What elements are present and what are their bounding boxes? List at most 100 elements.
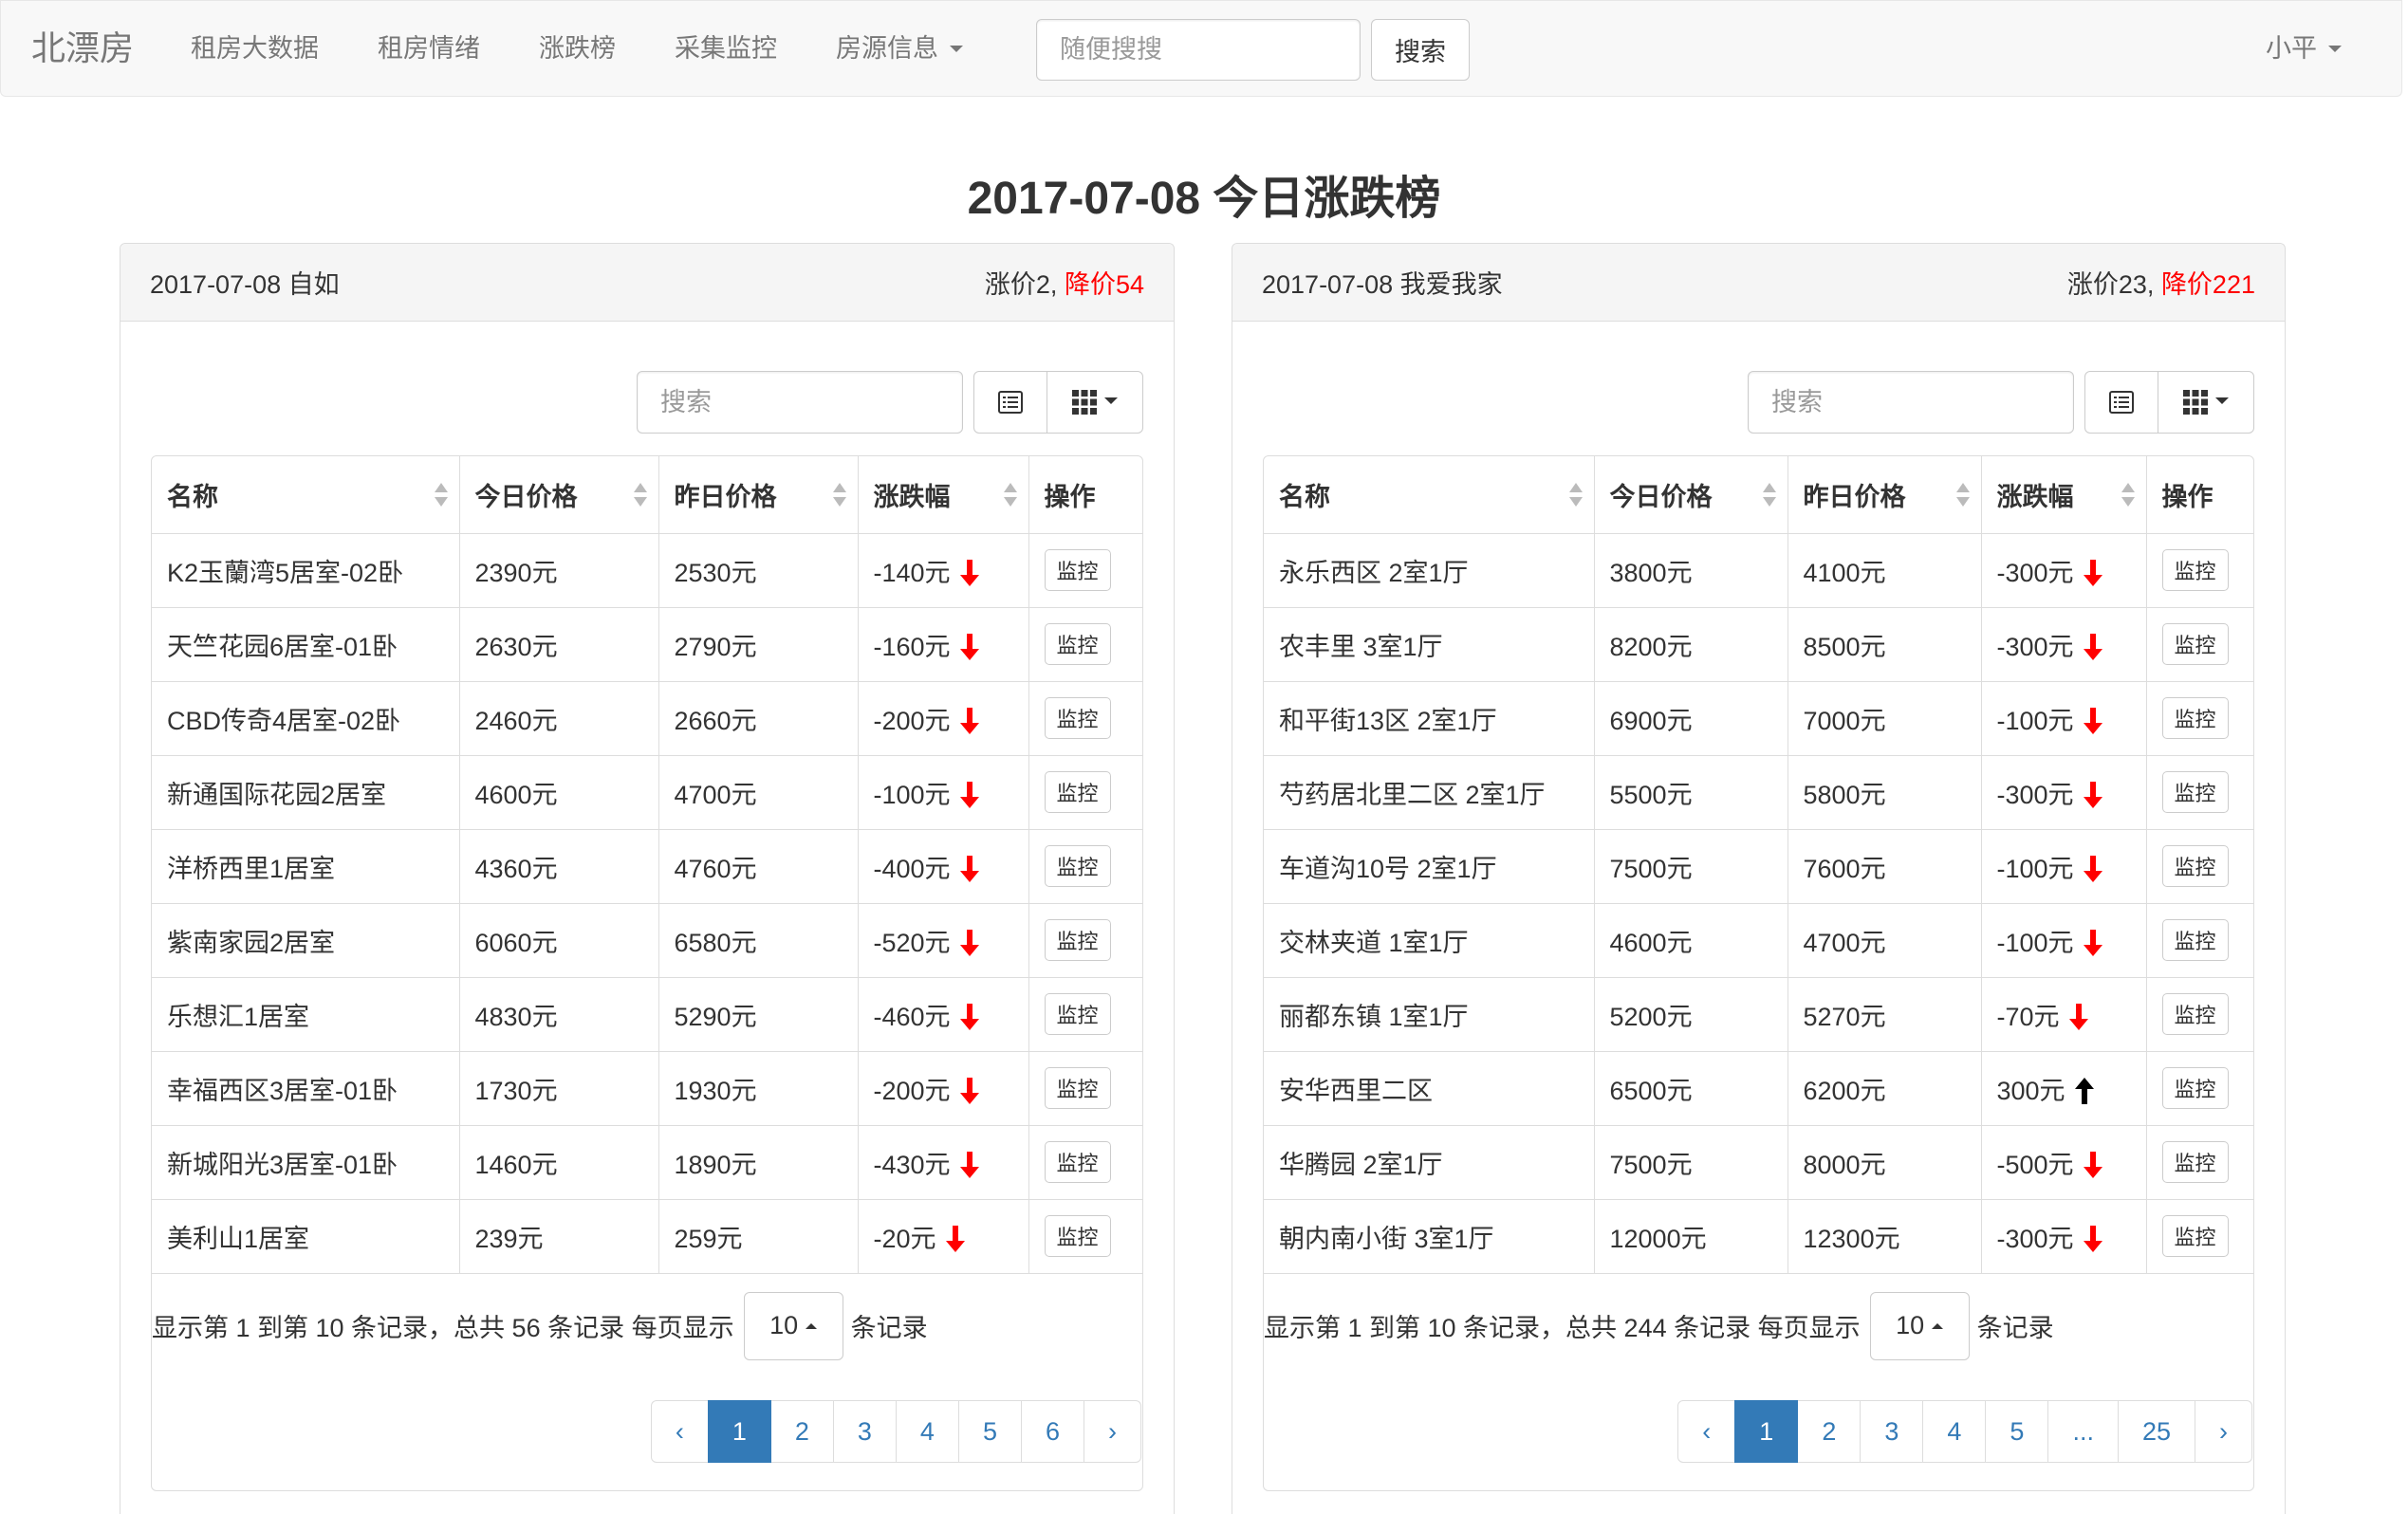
next-page-link[interactable]: › (2195, 1399, 2252, 1463)
cell-action: 监控 (2145, 607, 2253, 682)
table-toolbar (151, 371, 1143, 434)
nav-item-rent-sentiment[interactable]: 租房情绪 (348, 1, 509, 96)
nav-item-price-ranking[interactable]: 涨跌榜 (509, 1, 645, 96)
cell-today-price: 239元 (458, 1199, 658, 1274)
cell-change: -100元 (1980, 903, 2146, 978)
cell-change: -300元 (1980, 1199, 2146, 1274)
toggle-view-button[interactable] (2084, 371, 2158, 434)
arrow-down-icon (959, 707, 979, 734)
monitor-button[interactable]: 监控 (1044, 993, 1111, 1035)
column-header-label: 操作 (2161, 482, 2214, 511)
monitor-button[interactable]: 监控 (2161, 623, 2229, 665)
nav-item-listing-info-dropdown[interactable]: 房源信息 (806, 1, 992, 96)
column-header-label: 今日价格 (1609, 482, 1713, 511)
monitor-button[interactable]: 监控 (2161, 845, 2229, 887)
monitor-button[interactable]: 监控 (2161, 771, 2229, 813)
page-link[interactable]: 5 (957, 1399, 1022, 1463)
page-link[interactable]: 4 (1922, 1399, 1987, 1463)
page-size-select[interactable]: 10 (1869, 1291, 1970, 1360)
column-header-yesterday-price[interactable]: 昨日价格 (658, 456, 858, 534)
monitor-button[interactable]: 监控 (1044, 771, 1111, 813)
monitor-button[interactable]: 监控 (2161, 1215, 2229, 1257)
fall-count: 降价54 (1064, 270, 1144, 299)
monitor-button[interactable]: 监控 (2161, 919, 2229, 961)
cell-name: K2玉蘭湾5居室-02卧 (152, 533, 459, 608)
columns-dropdown-button[interactable] (1047, 371, 1143, 434)
cell-change: -160元 (857, 607, 1028, 682)
cell-today-price: 5200元 (1593, 977, 1787, 1052)
cell-yesterday-price: 12300元 (1787, 1199, 1981, 1274)
previous-page-link[interactable]: ‹ (1677, 1399, 1736, 1463)
next-page-link[interactable]: › (1084, 1399, 1141, 1463)
view-button-group (973, 371, 1143, 434)
monitor-button[interactable]: 监控 (1044, 623, 1111, 665)
previous-page-link[interactable]: ‹ (650, 1399, 709, 1463)
page-link[interactable]: 4 (895, 1399, 959, 1463)
arrow-down-icon (2083, 559, 2102, 586)
table-header-row: 名称 今日价格 昨日价格 涨跌幅 操作 (152, 456, 1142, 534)
nav-item-crawl-monitor[interactable]: 采集监控 (645, 1, 806, 96)
page-link[interactable]: 5 (1985, 1399, 2049, 1463)
brand-logo[interactable]: 北漂房 (31, 1, 134, 96)
column-header-today-price[interactable]: 今日价格 (458, 456, 658, 534)
arrow-down-icon (2083, 929, 2102, 956)
sort-icon (434, 483, 448, 508)
column-header-change[interactable]: 涨跌幅 (1980, 456, 2146, 534)
column-header-label: 操作 (1044, 482, 1096, 511)
page-link[interactable]: 1 (707, 1399, 771, 1463)
table-search-input[interactable] (637, 371, 963, 434)
column-header-name[interactable]: 名称 (1264, 456, 1594, 534)
nav-item-rent-data[interactable]: 租房大数据 (161, 1, 348, 96)
column-header-today-price[interactable]: 今日价格 (1593, 456, 1787, 534)
monitor-button[interactable]: 监控 (1044, 1215, 1111, 1257)
monitor-button[interactable]: 监控 (2161, 993, 2229, 1035)
page-size-select[interactable]: 10 (743, 1291, 843, 1360)
page-link[interactable]: 6 (1020, 1399, 1084, 1463)
change-value: -300元 (1996, 558, 2074, 587)
page-link[interactable]: 3 (832, 1399, 897, 1463)
page-link[interactable]: 2 (769, 1399, 834, 1463)
table-search-input[interactable] (1748, 371, 2074, 434)
page-link[interactable]: 1 (1734, 1399, 1799, 1463)
monitor-button[interactable]: 监控 (1044, 549, 1111, 591)
page-link[interactable]: 3 (1860, 1399, 1924, 1463)
cell-today-price: 7500元 (1593, 829, 1787, 904)
cell-action: 监控 (1028, 903, 1142, 978)
column-header-name[interactable]: 名称 (152, 456, 459, 534)
change-value: -160元 (873, 632, 951, 661)
change-value: -100元 (1996, 854, 2074, 883)
page-link[interactable]: 25 (2117, 1399, 2195, 1463)
page-link[interactable]: 2 (1797, 1399, 1862, 1463)
global-search-input[interactable] (1036, 19, 1361, 81)
monitor-button[interactable]: 监控 (2161, 1141, 2229, 1183)
cell-today-price: 5500元 (1593, 755, 1787, 830)
cell-name: 新通国际花园2居室 (152, 755, 459, 830)
cell-action: 监控 (1028, 533, 1142, 608)
monitor-button[interactable]: 监控 (1044, 919, 1111, 961)
monitor-button[interactable]: 监控 (1044, 1067, 1111, 1109)
monitor-button[interactable]: 监控 (2161, 1067, 2229, 1109)
user-menu-dropdown[interactable]: 小平 (2266, 1, 2342, 96)
toggle-view-button[interactable] (973, 371, 1047, 434)
table-header-row: 名称 今日价格 昨日价格 涨跌幅 操作 (1264, 456, 2253, 534)
cell-action: 监控 (1028, 1051, 1142, 1126)
column-header-label: 今日价格 (474, 482, 578, 511)
column-header-yesterday-price[interactable]: 昨日价格 (1787, 456, 1981, 534)
monitor-button[interactable]: 监控 (2161, 697, 2229, 739)
global-search-button[interactable]: 搜索 (1371, 19, 1470, 81)
monitor-button[interactable]: 监控 (2161, 549, 2229, 591)
cell-action: 监控 (2145, 755, 2253, 830)
monitor-button[interactable]: 监控 (1044, 845, 1111, 887)
column-header-change[interactable]: 涨跌幅 (857, 456, 1028, 534)
panel-title: 2017-07-08 我爱我家 (1262, 270, 1503, 299)
column-header-label: 昨日价格 (1803, 482, 1906, 511)
monitor-button[interactable]: 监控 (1044, 697, 1111, 739)
cell-change: -300元 (1980, 533, 2146, 608)
woaiwojia-panel: 2017-07-08 我爱我家 涨价23, 降价221 搜索 名称 今日价格 昨… (1232, 243, 2286, 1514)
monitor-button[interactable]: 监控 (1044, 1141, 1111, 1183)
columns-dropdown-button[interactable] (2158, 371, 2254, 434)
arrow-down-icon (959, 855, 979, 882)
cell-today-price: 1460元 (458, 1125, 658, 1200)
caret-down-icon (2328, 45, 2342, 52)
change-counts: 涨价2, 降价54 (985, 264, 1144, 301)
